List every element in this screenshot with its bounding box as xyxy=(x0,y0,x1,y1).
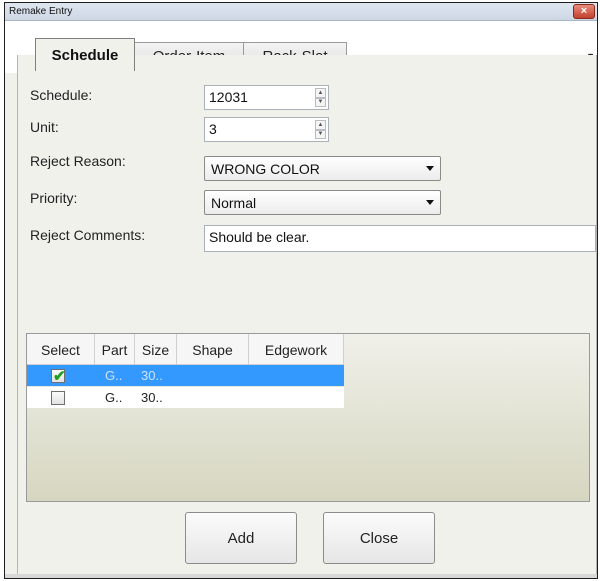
table-row[interactable]: G.. 30.. xyxy=(27,387,344,408)
column-header-select[interactable]: Select xyxy=(27,334,95,365)
grid-header: Select Part Size Shape Edgework xyxy=(27,334,344,365)
select-checkbox[interactable] xyxy=(51,390,65,405)
spin-up-icon[interactable]: ▲ xyxy=(315,120,326,130)
column-header-edgework[interactable]: Edgework xyxy=(249,334,344,365)
parts-grid: Select Part Size Shape Edgework ✔ G.. 30… xyxy=(26,333,590,502)
reject-comments-value: Should be clear. xyxy=(209,229,310,245)
reject-reason-value: WRONG COLOR xyxy=(211,161,320,177)
spin-up-icon[interactable]: ▲ xyxy=(315,88,326,98)
remake-entry-window: Remake Entry × Schedule Order-Item Rack-… xyxy=(4,2,598,579)
dropdown-arrow-icon xyxy=(426,166,434,171)
window-title: Remake Entry xyxy=(9,6,73,17)
spin-down-icon[interactable]: ▼ xyxy=(315,129,326,139)
reject-reason-label: Reject Reason: xyxy=(30,153,126,169)
reject-comments-label: Reject Comments: xyxy=(30,227,146,243)
checkmark-icon: ✔ xyxy=(53,367,66,385)
size-cell: 30.. xyxy=(141,390,163,405)
reject-comments-field[interactable]: Should be clear. xyxy=(204,225,596,252)
title-bar: Remake Entry × xyxy=(5,3,597,21)
schedule-stepper[interactable]: 12031 ▲ ▼ xyxy=(204,85,329,110)
priority-value: Normal xyxy=(211,195,257,211)
part-cell: G.. xyxy=(105,368,123,383)
select-checkbox[interactable]: ✔ xyxy=(51,367,66,385)
schedule-label: Schedule: xyxy=(30,87,93,103)
shape-cell xyxy=(177,387,249,408)
close-icon[interactable]: × xyxy=(573,4,595,19)
shape-cell xyxy=(177,365,249,386)
close-button[interactable]: Close xyxy=(323,512,435,564)
table-row[interactable]: ✔ G.. 30.. xyxy=(27,365,344,386)
column-header-part[interactable]: Part xyxy=(95,334,135,365)
unit-value: 3 xyxy=(209,121,217,137)
dropdown-arrow-icon xyxy=(426,200,434,205)
priority-label: Priority: xyxy=(30,190,78,206)
column-header-size[interactable]: Size xyxy=(135,334,177,365)
schedule-panel: Schedule: 12031 ▲ ▼ Unit: 3 ▲ ▼ Reject R… xyxy=(17,55,597,577)
unit-label: Unit: xyxy=(30,119,59,135)
unit-spin-buttons[interactable]: ▲ ▼ xyxy=(315,120,326,139)
schedule-spin-buttons[interactable]: ▲ ▼ xyxy=(315,88,326,107)
size-cell: 30.. xyxy=(141,368,163,383)
tab-schedule[interactable]: Schedule xyxy=(35,38,135,71)
part-cell: G.. xyxy=(105,390,123,405)
spin-down-icon[interactable]: ▼ xyxy=(315,97,326,107)
reject-reason-dropdown[interactable]: WRONG COLOR xyxy=(204,156,441,181)
add-button[interactable]: Add xyxy=(185,512,297,564)
bottom-border xyxy=(5,574,597,578)
schedule-value: 12031 xyxy=(209,89,248,105)
edgework-cell xyxy=(249,365,344,386)
unit-stepper[interactable]: 3 ▲ ▼ xyxy=(204,117,329,142)
column-header-shape[interactable]: Shape xyxy=(177,334,249,365)
edgework-cell xyxy=(249,387,344,408)
priority-dropdown[interactable]: Normal xyxy=(204,190,441,215)
